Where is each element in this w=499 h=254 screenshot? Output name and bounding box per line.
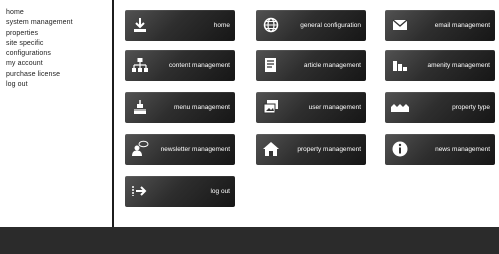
bar-chart-icon: [391, 56, 409, 74]
menu-management-button[interactable]: menu management: [125, 92, 235, 123]
logout-arrow-icon: [131, 182, 149, 200]
home-button[interactable]: home: [125, 10, 235, 41]
sitemap-icon: [131, 56, 149, 74]
sidebar-item-properties[interactable]: properties: [6, 29, 112, 39]
log-out-button[interactable]: log out: [125, 176, 235, 207]
amenity-management-button[interactable]: amenity management: [385, 50, 495, 81]
property-type-label: property type: [452, 104, 490, 111]
home-download-icon: [131, 16, 149, 34]
newsletter-management-label: newsletter management: [160, 146, 230, 153]
email-management-label: email management: [434, 22, 490, 29]
sidebar-item-my-account[interactable]: my account: [6, 59, 112, 69]
property-type-button[interactable]: property type: [385, 92, 495, 123]
user-management-label: user management: [308, 104, 361, 111]
footer-bar: [0, 227, 499, 254]
sidebar-item-site-specific[interactable]: site specific: [6, 39, 112, 49]
log-out-label: log out: [210, 188, 230, 195]
menu-cursor-icon: [131, 98, 149, 116]
email-management-button[interactable]: email management: [385, 10, 495, 41]
newsletter-management-button[interactable]: newsletter management: [125, 134, 235, 165]
sidebar-item-configurations[interactable]: configurations: [6, 49, 112, 59]
amenity-management-label: amenity management: [427, 62, 490, 69]
photos-icon: [262, 98, 280, 116]
general-configuration-button[interactable]: general configuration: [256, 10, 366, 41]
property-management-button[interactable]: property management: [256, 134, 366, 165]
news-management-label: news management: [435, 146, 490, 153]
envelope-icon: [391, 16, 409, 34]
sidebar-item-home[interactable]: home: [6, 8, 112, 18]
menu-management-label: menu management: [173, 104, 230, 111]
home-button-label: home: [213, 22, 230, 29]
general-configuration-label: general configuration: [300, 22, 361, 29]
sidebar-item-system-management[interactable]: system management: [6, 18, 112, 28]
sidebar-divider: [112, 0, 114, 227]
user-management-button[interactable]: user management: [256, 92, 366, 123]
person-speech-icon: [131, 140, 149, 158]
sidebar-nav: home system management properties site s…: [0, 0, 112, 227]
document-icon: [262, 56, 280, 74]
house-icon: [262, 140, 280, 158]
property-management-label: property management: [297, 146, 361, 153]
sidebar-item-log-out[interactable]: log out: [6, 80, 112, 90]
content-management-button[interactable]: content management: [125, 50, 235, 81]
news-management-button[interactable]: news management: [385, 134, 495, 165]
content-management-label: content management: [168, 62, 230, 69]
sidebar-item-purchase-license[interactable]: purchase license: [6, 70, 112, 80]
globe-icon: [262, 16, 280, 34]
info-icon: [391, 140, 409, 158]
article-management-label: article management: [303, 62, 361, 69]
article-management-button[interactable]: article management: [256, 50, 366, 81]
houses-icon: [391, 98, 409, 116]
